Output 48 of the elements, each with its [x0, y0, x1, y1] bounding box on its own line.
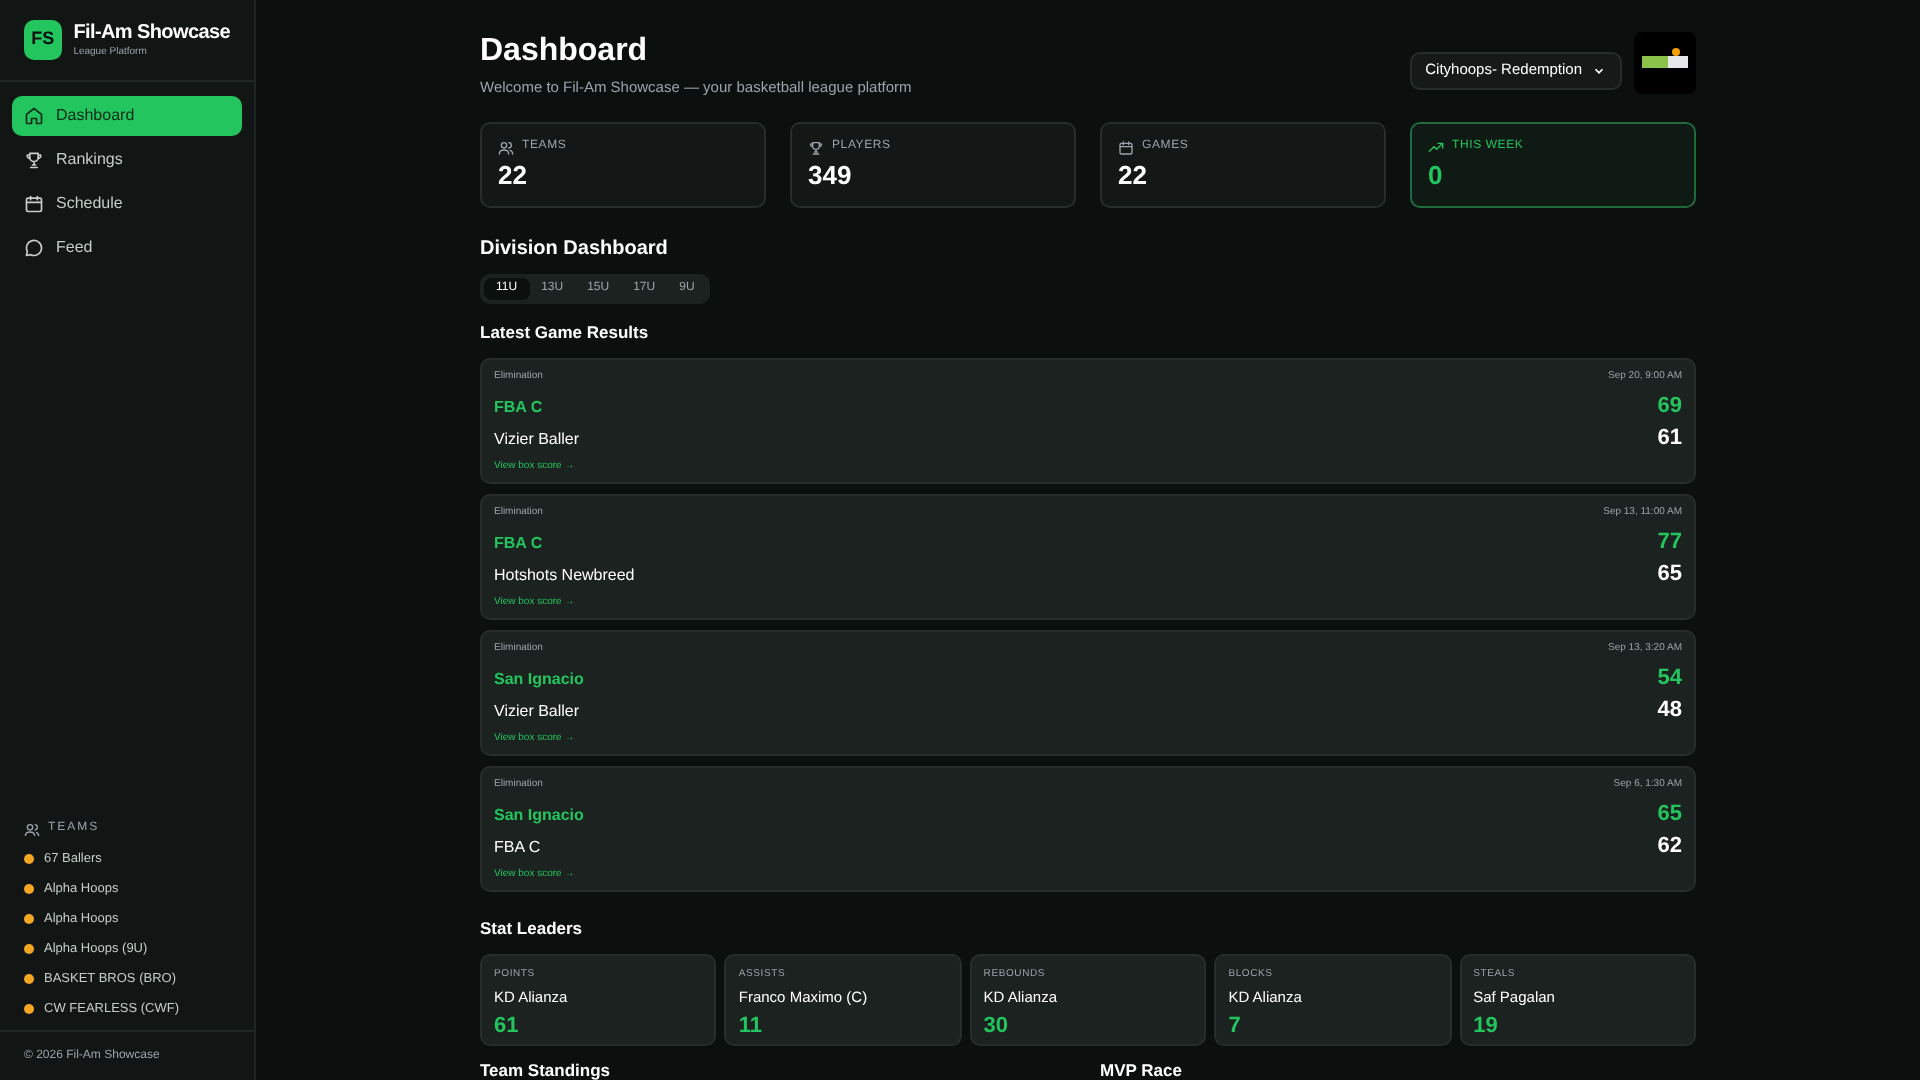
team-score: 65: [1657, 560, 1682, 591]
nav-item[interactable]: Rankings: [12, 140, 242, 180]
team-name: Vizier Baller: [494, 427, 580, 451]
chat-bubble-icon: [24, 238, 44, 258]
section-heading: Team Standings: [480, 1057, 613, 1080]
team-score: 62: [1657, 832, 1682, 863]
stat-value: 0: [1428, 158, 1445, 195]
team-name: San Ignacio: [494, 803, 584, 827]
home-icon: [24, 106, 44, 126]
section-heading: MVP Race: [1100, 1057, 1184, 1080]
page-title: Dashboard: [480, 32, 650, 72]
team-score: 61: [1657, 424, 1682, 455]
team-name: FBA C: [494, 531, 543, 555]
league-logo-icon: [1634, 32, 1696, 94]
team-score: 48: [1657, 696, 1682, 727]
section-heading: Stat Leaders: [480, 916, 585, 942]
section-heading: Latest Game Results: [480, 320, 651, 346]
trophy-icon: [808, 139, 824, 156]
trophy-icon: [24, 150, 44, 170]
leader-value: 30: [983, 1011, 1011, 1041]
calendar-icon: [24, 194, 44, 214]
users-icon: [24, 821, 40, 837]
calendar-icon: [1118, 139, 1134, 156]
team-name: Vizier Baller: [494, 699, 580, 723]
brand-name: Fil-Am Showcase: [73, 21, 230, 45]
team-score: 77: [1657, 528, 1682, 559]
trending-up-icon: [1428, 139, 1444, 156]
team-name: FBA C: [494, 835, 541, 859]
team-score: 54: [1657, 664, 1682, 695]
nav-item[interactable]: Schedule: [12, 184, 242, 224]
leader-value: 7: [1228, 1011, 1243, 1041]
users-icon: [498, 139, 514, 156]
leader-value: 61: [494, 1011, 521, 1041]
stat-value: 22: [498, 158, 529, 195]
brand-logo: FS: [24, 20, 62, 60]
stat-value: 349: [808, 158, 854, 195]
section-heading: Division Dashboard: [480, 236, 670, 265]
team-score: 69: [1657, 392, 1682, 423]
team-name: FBA C: [494, 395, 543, 419]
team-name: Hotshots Newbreed: [494, 563, 635, 587]
leader-value: 11: [738, 1011, 765, 1041]
chevron-down-icon: [1592, 63, 1606, 77]
leader-value: 19: [1473, 1011, 1500, 1041]
nav-item[interactable]: Feed: [12, 228, 242, 268]
stat-value: 22: [1118, 158, 1149, 195]
nav-item[interactable]: Dashboard: [12, 96, 242, 136]
team-name: San Ignacio: [494, 667, 584, 691]
team-score: 65: [1657, 800, 1682, 831]
